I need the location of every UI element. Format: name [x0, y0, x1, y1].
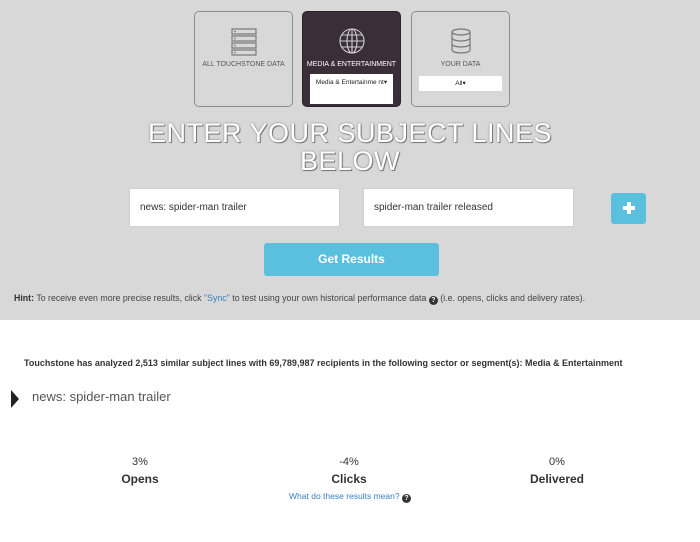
- hint-text: Hint: To receive even more precise resul…: [14, 293, 694, 305]
- subject-line-input-1[interactable]: news: spider-man trailer: [129, 188, 340, 227]
- globe-icon: [337, 26, 367, 56]
- sync-link[interactable]: "Sync": [204, 293, 230, 303]
- card-label: MEDIA & ENTERTAINMENT: [306, 61, 397, 68]
- sector-select[interactable]: Media & Entertainme nt▾: [310, 74, 393, 104]
- metric-value: 3%: [132, 456, 148, 468]
- server-stack-icon: [229, 26, 259, 56]
- analysis-summary: Touchstone has analyzed 2,513 similar su…: [24, 358, 623, 368]
- metric-opens: 3% Opens: [70, 455, 210, 488]
- card-label: ALL TOUCHSTONE DATA: [202, 61, 285, 68]
- card-your-data[interactable]: YOUR DATA All▾: [411, 11, 510, 107]
- headline-line-2: BELOW: [299, 146, 401, 176]
- question-circle-icon[interactable]: ?: [428, 296, 438, 305]
- metric-name: Delivered: [529, 472, 585, 486]
- metric-value: -4%: [339, 456, 359, 468]
- headline-line-1: ENTER YOUR SUBJECT LINES: [147, 118, 553, 148]
- database-icon: [446, 26, 476, 56]
- results-meaning-label[interactable]: What do these results mean?: [289, 491, 400, 501]
- get-results-button[interactable]: Get Results: [264, 243, 439, 276]
- your-data-select[interactable]: All▾: [419, 76, 502, 91]
- subject-line-input-2[interactable]: spider-man trailer released: [363, 188, 574, 227]
- card-all-touchstone-data[interactable]: ALL TOUCHSTONE DATA: [194, 11, 293, 107]
- hint-text-2: to test using your own historical perfor…: [229, 293, 429, 303]
- add-subject-line-button[interactable]: [611, 193, 646, 224]
- expand-arrow-icon[interactable]: [11, 390, 19, 408]
- subject-input-panel: ALL TOUCHSTONE DATA MEDIA & ENTERTAINMEN…: [0, 0, 700, 320]
- card-label: YOUR DATA: [440, 61, 481, 68]
- metric-name: Opens: [121, 472, 159, 486]
- question-circle-icon[interactable]: ?: [401, 494, 411, 503]
- page-headline: ENTER YOUR SUBJECT LINES BELOW: [0, 119, 700, 175]
- results-meaning-link[interactable]: What do these results mean? ?: [200, 491, 500, 503]
- result-subject-line: news: spider-man trailer: [32, 389, 171, 404]
- card-media-entertainment[interactable]: MEDIA & ENTERTAINMENT Media & Entertainm…: [302, 11, 401, 107]
- hint-text-1: To receive even more precise results, cl…: [34, 293, 205, 303]
- hint-prefix: Hint:: [14, 293, 35, 303]
- hint-text-3: (i.e. opens, clicks and delivery rates).: [437, 293, 586, 303]
- metric-delivered: 0% Delivered: [487, 455, 627, 488]
- metric-clicks: -4% Clicks: [279, 455, 419, 488]
- metric-name: Clicks: [331, 472, 367, 486]
- metric-value: 0%: [549, 456, 565, 468]
